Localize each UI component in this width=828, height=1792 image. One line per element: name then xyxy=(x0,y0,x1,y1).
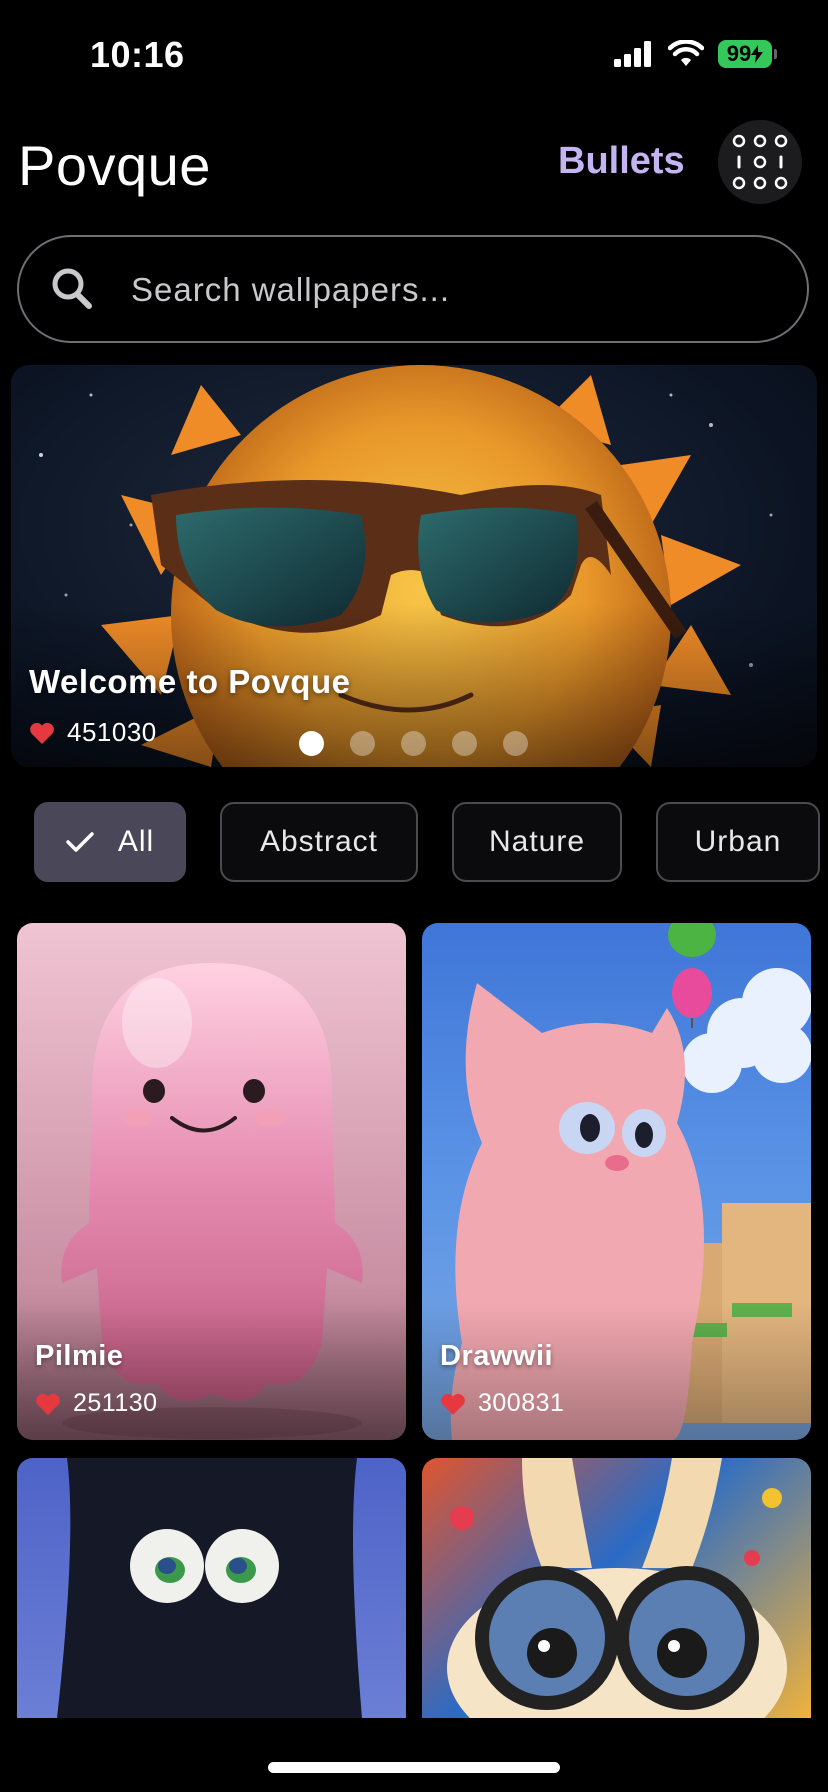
carousel-page-indicator xyxy=(299,731,528,756)
category-filter-bar: All Abstract Nature Urban xyxy=(34,802,828,884)
chip-label: All xyxy=(117,825,155,858)
card-likes-value: 300831 xyxy=(478,1389,565,1417)
chip-nature[interactable]: Nature xyxy=(452,802,622,882)
hero-like-count[interactable]: 451030 xyxy=(29,717,157,748)
bunny-glasses-artwork xyxy=(447,1458,787,1718)
search-input[interactable] xyxy=(129,257,773,323)
carousel-dot[interactable] xyxy=(401,731,426,756)
grid-dots-icon xyxy=(732,134,788,190)
chip-all[interactable]: All xyxy=(34,802,186,882)
status-time: 10:16 xyxy=(90,34,185,75)
status-icons: 99 xyxy=(614,40,777,68)
carousel-dot[interactable] xyxy=(503,731,528,756)
heart-icon xyxy=(30,722,54,744)
chip-label: Urban xyxy=(694,825,782,858)
wallpaper-card[interactable] xyxy=(422,1458,811,1718)
home-indicator[interactable] xyxy=(268,1762,560,1773)
hero-title: Welcome to Povque xyxy=(29,663,351,700)
carousel-dot[interactable] xyxy=(299,731,324,756)
app-screen: 10:16 99 Povque Bullets Search wallpaper… xyxy=(0,0,828,1792)
hero-likes-value: 451030 xyxy=(67,717,157,747)
grid-menu-button[interactable] xyxy=(718,120,802,204)
carousel-dot[interactable] xyxy=(452,731,477,756)
chip-abstract[interactable]: Abstract xyxy=(220,802,418,882)
chip-label: Abstract xyxy=(259,825,379,858)
battery-icon: 99 xyxy=(718,40,777,68)
card-title: Drawwii xyxy=(440,1340,554,1372)
search-bar[interactable] xyxy=(17,235,809,343)
wallpaper-card[interactable]: Pilmie 251130 xyxy=(17,923,406,1440)
card-likes-value: 251130 xyxy=(73,1389,158,1417)
status-bar: 10:16 99 xyxy=(0,0,828,110)
carousel-dot[interactable] xyxy=(350,731,375,756)
charging-bolt-icon xyxy=(751,45,764,63)
search-icon xyxy=(52,268,92,309)
card-like-count[interactable]: 251130 xyxy=(35,1389,158,1418)
checkmark-icon xyxy=(66,832,94,852)
card-title: Pilmie xyxy=(35,1340,124,1372)
app-title: Povque xyxy=(18,134,211,197)
chip-urban[interactable]: Urban xyxy=(656,802,820,882)
heart-icon xyxy=(441,1393,465,1415)
card-like-count[interactable]: 300831 xyxy=(440,1389,564,1418)
wifi-icon xyxy=(668,40,704,66)
fuzzy-creature-artwork xyxy=(57,1458,362,1718)
cellular-signal-icon xyxy=(614,41,651,67)
battery-level: 99 xyxy=(726,41,752,66)
chip-label: Nature xyxy=(488,825,586,858)
featured-carousel[interactable]: Welcome to Povque 451030 xyxy=(11,365,817,767)
heart-icon xyxy=(36,1393,60,1415)
bullets-button[interactable]: Bullets xyxy=(558,140,685,183)
wallpaper-card[interactable] xyxy=(17,1458,406,1718)
wallpaper-card[interactable]: Drawwii 300831 xyxy=(422,923,811,1440)
